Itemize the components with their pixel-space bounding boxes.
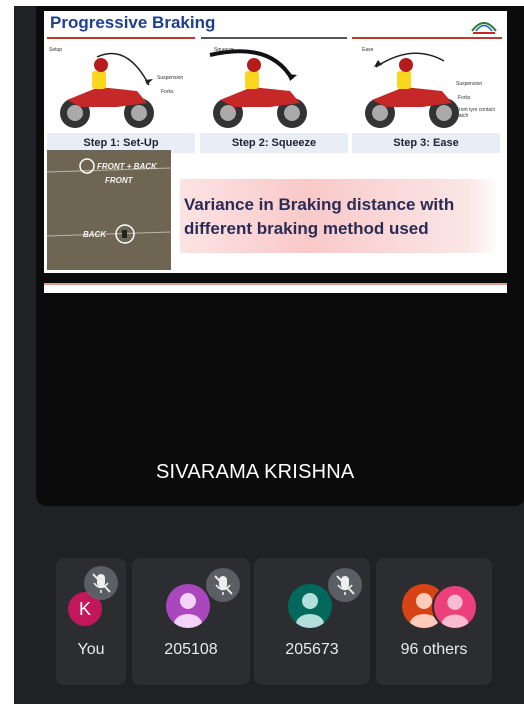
participant-tile-others[interactable]: 96 others bbox=[376, 558, 492, 685]
avatar bbox=[166, 584, 210, 628]
speaker-name: SIVARAMA KRISHNA bbox=[156, 461, 355, 483]
avatar bbox=[432, 584, 478, 630]
presentation-stage[interactable]: Progressive Braking Setup Suspension For… bbox=[36, 6, 524, 506]
step-3-panel: Ease Suspension Forks Front tyre contact… bbox=[352, 45, 500, 153]
step-mini-label: Setup bbox=[49, 47, 63, 53]
avatar bbox=[288, 584, 332, 628]
mic-off-icon[interactable] bbox=[328, 568, 362, 602]
suspension-label: Suspension bbox=[157, 75, 184, 81]
participant-name: 205108 bbox=[164, 641, 218, 658]
photo-label-back: BACK bbox=[83, 230, 107, 239]
photo-label-front-back: FRONT + BACK bbox=[97, 162, 157, 171]
participant-name: You bbox=[77, 641, 105, 658]
contact-label: Front tyre contact patch bbox=[456, 107, 495, 119]
step-1-panel: Setup Suspension Forks Step 1: Set-Up bbox=[47, 45, 195, 153]
logo-icon bbox=[471, 22, 497, 34]
step-3-rule bbox=[352, 37, 502, 39]
step-mini-label: Squeeze bbox=[214, 47, 234, 53]
step-mini-label: Ease bbox=[362, 47, 374, 53]
motorcycle-braking-icon bbox=[209, 49, 307, 128]
participant-tile-205673[interactable]: 205673 bbox=[254, 558, 370, 685]
forks-label: Forks bbox=[458, 95, 471, 101]
mic-off-icon[interactable] bbox=[84, 566, 118, 600]
participant-name: 96 others bbox=[400, 641, 468, 658]
step-2-rule bbox=[201, 37, 347, 39]
forks-label: Forks bbox=[161, 89, 174, 95]
variance-line-1: Variance in Braking distance with bbox=[184, 195, 455, 214]
motorcycle-braking-icon bbox=[365, 52, 459, 128]
variance-line-2: different braking method used bbox=[184, 219, 429, 238]
next-slide-peek bbox=[44, 283, 507, 293]
step-2-panel: Squeeze Step 2: Squeeze bbox=[200, 45, 348, 153]
step-caption: Step 2: Squeeze bbox=[200, 133, 348, 153]
participant-tile-205108[interactable]: 205108 bbox=[132, 558, 250, 685]
slide-title: Progressive Braking bbox=[50, 13, 216, 32]
participant-tile-you[interactable]: K You bbox=[56, 558, 126, 685]
photo-label-front: FRONT bbox=[105, 176, 133, 185]
braking-test-photo: FRONT + BACK FRONT BACK bbox=[47, 150, 171, 270]
shared-slide: Progressive Braking Setup Suspension For… bbox=[44, 11, 507, 273]
meeting-window: Progressive Braking Setup Suspension For… bbox=[14, 6, 524, 704]
participant-name: 205673 bbox=[285, 641, 339, 658]
suspension-label: Suspension bbox=[456, 81, 483, 87]
step-caption: Step 3: Ease bbox=[352, 133, 500, 153]
variance-heading: Variance in Braking distance with differ… bbox=[184, 193, 504, 241]
mic-off-icon[interactable] bbox=[206, 568, 240, 602]
step-1-rule bbox=[47, 37, 195, 39]
